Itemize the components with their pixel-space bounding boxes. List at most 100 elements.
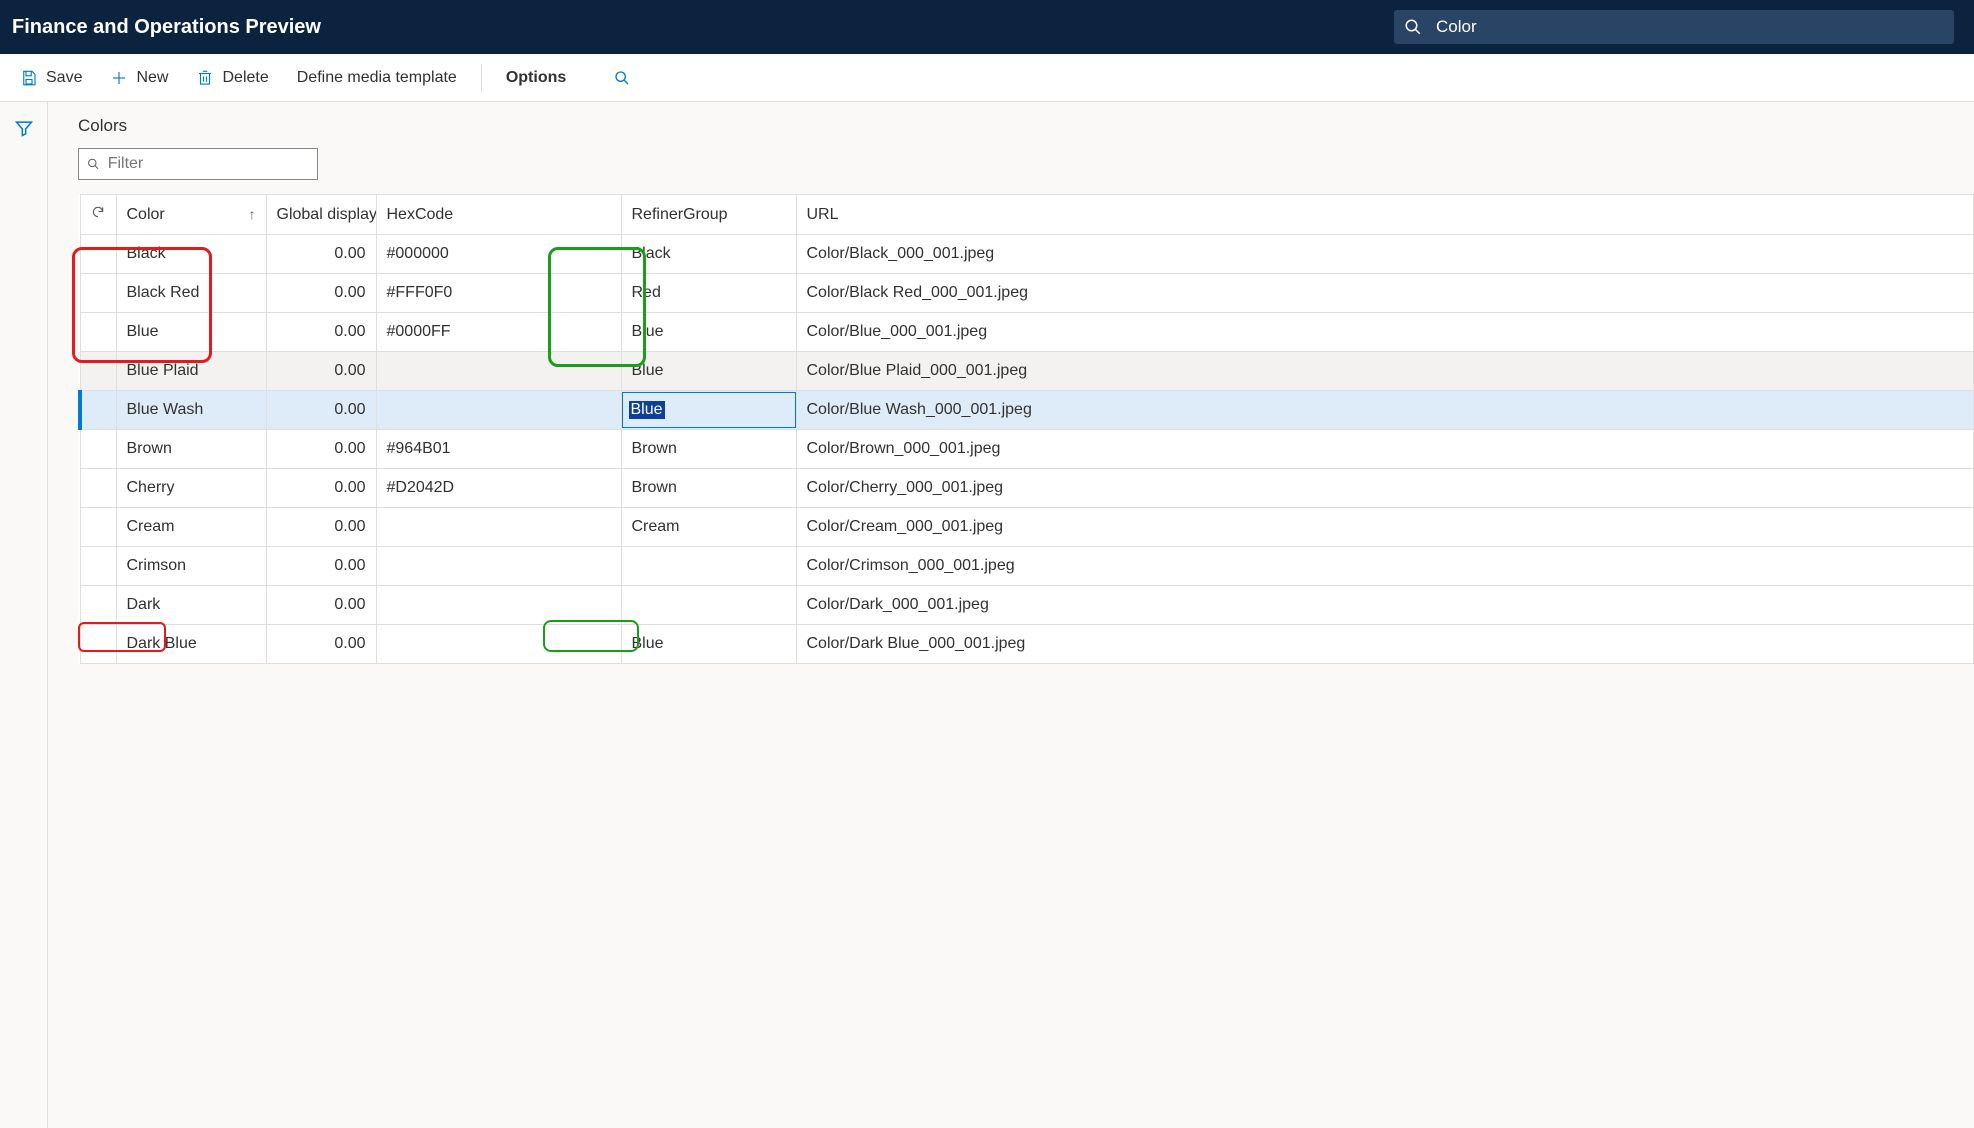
refresh-column[interactable] [80, 195, 116, 235]
cell-hex[interactable]: #000000 [376, 235, 621, 274]
cell-global[interactable]: 0.00 [266, 430, 376, 469]
cell-url[interactable]: Color/Blue Plaid_000_001.jpeg [796, 352, 1974, 391]
cell-color[interactable]: Black [116, 235, 266, 274]
cell-hex[interactable]: #0000FF [376, 313, 621, 352]
cell-hex[interactable] [376, 547, 621, 586]
cell-hex[interactable]: #FFF0F0 [376, 274, 621, 313]
global-search[interactable]: Color [1394, 10, 1954, 44]
cell-refiner[interactable]: Cream [621, 508, 796, 547]
row-selector[interactable] [80, 625, 116, 664]
cell-hex[interactable] [376, 352, 621, 391]
cell-color[interactable]: Dark [116, 586, 266, 625]
trash-icon [196, 69, 214, 87]
define-media-template-button[interactable]: Define media template [285, 63, 469, 93]
cell-hex[interactable]: #D2042D [376, 469, 621, 508]
cell-url[interactable]: Color/Brown_000_001.jpeg [796, 430, 1974, 469]
row-selector[interactable] [80, 430, 116, 469]
cell-color[interactable]: Cream [116, 508, 266, 547]
filter-input[interactable] [108, 155, 309, 173]
filter-icon[interactable] [14, 118, 34, 1128]
row-selector[interactable] [80, 274, 116, 313]
header-row: Color ↑ Global display ... HexCode Refin… [80, 195, 1974, 235]
cell-hex[interactable]: #964B01 [376, 430, 621, 469]
row-selector[interactable] [80, 313, 116, 352]
cell-refiner[interactable]: Brown [621, 430, 796, 469]
grid-filter[interactable] [78, 148, 318, 180]
table-row[interactable]: Cream0.00CreamColor/Cream_000_001.jpeg [80, 508, 1974, 547]
cell-color[interactable]: Cherry [116, 469, 266, 508]
cell-global[interactable]: 0.00 [266, 586, 376, 625]
cell-refiner[interactable]: Blue [621, 391, 796, 430]
cell-url[interactable]: Color/Cherry_000_001.jpeg [796, 469, 1974, 508]
table-row[interactable]: Crimson0.00 Color/Crimson_000_001.jpeg [80, 547, 1974, 586]
cell-url[interactable]: Color/Black_000_001.jpeg [796, 235, 1974, 274]
topbar: Finance and Operations Preview Color [0, 0, 1974, 54]
editing-value[interactable]: Blue [629, 401, 665, 419]
delete-button[interactable]: Delete [184, 63, 280, 93]
cell-url[interactable]: Color/Crimson_000_001.jpeg [796, 547, 1974, 586]
row-selector[interactable] [80, 352, 116, 391]
table-row[interactable]: Black Red0.00#FFF0F0RedColor/Black Red_0… [80, 274, 1974, 313]
cell-color[interactable]: Blue [116, 313, 266, 352]
cell-color[interactable]: Black Red [116, 274, 266, 313]
row-selector[interactable] [80, 547, 116, 586]
cell-color[interactable]: Crimson [116, 547, 266, 586]
cell-global[interactable]: 0.00 [266, 625, 376, 664]
new-button[interactable]: New [98, 63, 180, 93]
cell-refiner[interactable]: Red [621, 274, 796, 313]
cell-url[interactable]: Color/Cream_000_001.jpeg [796, 508, 1974, 547]
table-row[interactable]: Blue Wash0.00 Blue Color/Blue Wash_000_001… [80, 391, 1974, 430]
col-hex[interactable]: HexCode [376, 195, 621, 235]
cell-global[interactable]: 0.00 [266, 313, 376, 352]
command-search-button[interactable] [602, 64, 642, 92]
cell-hex[interactable] [376, 508, 621, 547]
table-row[interactable]: Black0.00#000000BlackColor/Black_000_001… [80, 235, 1974, 274]
cell-refiner[interactable]: Black [621, 235, 796, 274]
cell-color[interactable]: Blue Plaid [116, 352, 266, 391]
cell-global[interactable]: 0.00 [266, 352, 376, 391]
table-row[interactable]: Cherry0.00#D2042DBrownColor/Cherry_000_0… [80, 469, 1974, 508]
row-selector[interactable] [80, 391, 116, 430]
cell-global[interactable]: 0.00 [266, 508, 376, 547]
cell-url[interactable]: Color/Blue_000_001.jpeg [796, 313, 1974, 352]
cell-url[interactable]: Color/Dark Blue_000_001.jpeg [796, 625, 1974, 664]
cell-global[interactable]: 0.00 [266, 469, 376, 508]
cell-hex[interactable] [376, 391, 621, 430]
table-row[interactable]: Brown0.00#964B01BrownColor/Brown_000_001… [80, 430, 1974, 469]
cell-refiner[interactable]: Blue [621, 625, 796, 664]
table-row[interactable]: Dark Blue0.00 BlueColor/Dark Blue_000_001… [80, 625, 1974, 664]
cell-hex[interactable] [376, 586, 621, 625]
cell-refiner[interactable] [621, 586, 796, 625]
cell-refiner[interactable]: Brown [621, 469, 796, 508]
row-selector[interactable] [80, 508, 116, 547]
table-row[interactable]: Blue0.00#0000FFBlueColor/Blue_000_001.jp… [80, 313, 1974, 352]
save-icon [20, 69, 38, 87]
col-url[interactable]: URL [796, 195, 1974, 235]
cell-color[interactable]: Dark Blue [116, 625, 266, 664]
col-color[interactable]: Color ↑ [116, 195, 266, 235]
table-row[interactable]: Dark0.00 Color/Dark_000_001.jpeg [80, 586, 1974, 625]
cell-url[interactable]: Color/Black Red_000_001.jpeg [796, 274, 1974, 313]
save-button[interactable]: Save [8, 63, 94, 93]
cell-global[interactable]: 0.00 [266, 391, 376, 430]
cell-color[interactable]: Blue Wash [116, 391, 266, 430]
row-selector[interactable] [80, 235, 116, 274]
options-label: Options [506, 69, 566, 87]
cell-global[interactable]: 0.00 [266, 235, 376, 274]
define-label: Define media template [297, 69, 457, 87]
cell-refiner[interactable]: Blue [621, 352, 796, 391]
table-row[interactable]: Blue Plaid0.00 BlueColor/Blue Plaid_000_0… [80, 352, 1974, 391]
cell-refiner[interactable]: Blue [621, 313, 796, 352]
cell-hex[interactable] [376, 625, 621, 664]
cell-global[interactable]: 0.00 [266, 274, 376, 313]
cell-url[interactable]: Color/Dark_000_001.jpeg [796, 586, 1974, 625]
cell-url[interactable]: Color/Blue Wash_000_001.jpeg [796, 391, 1974, 430]
col-global[interactable]: Global display ... [266, 195, 376, 235]
col-refiner[interactable]: RefinerGroup [621, 195, 796, 235]
row-selector[interactable] [80, 469, 116, 508]
cell-refiner[interactable] [621, 547, 796, 586]
row-selector[interactable] [80, 586, 116, 625]
options-button[interactable]: Options [494, 63, 578, 93]
cell-color[interactable]: Brown [116, 430, 266, 469]
cell-global[interactable]: 0.00 [266, 547, 376, 586]
